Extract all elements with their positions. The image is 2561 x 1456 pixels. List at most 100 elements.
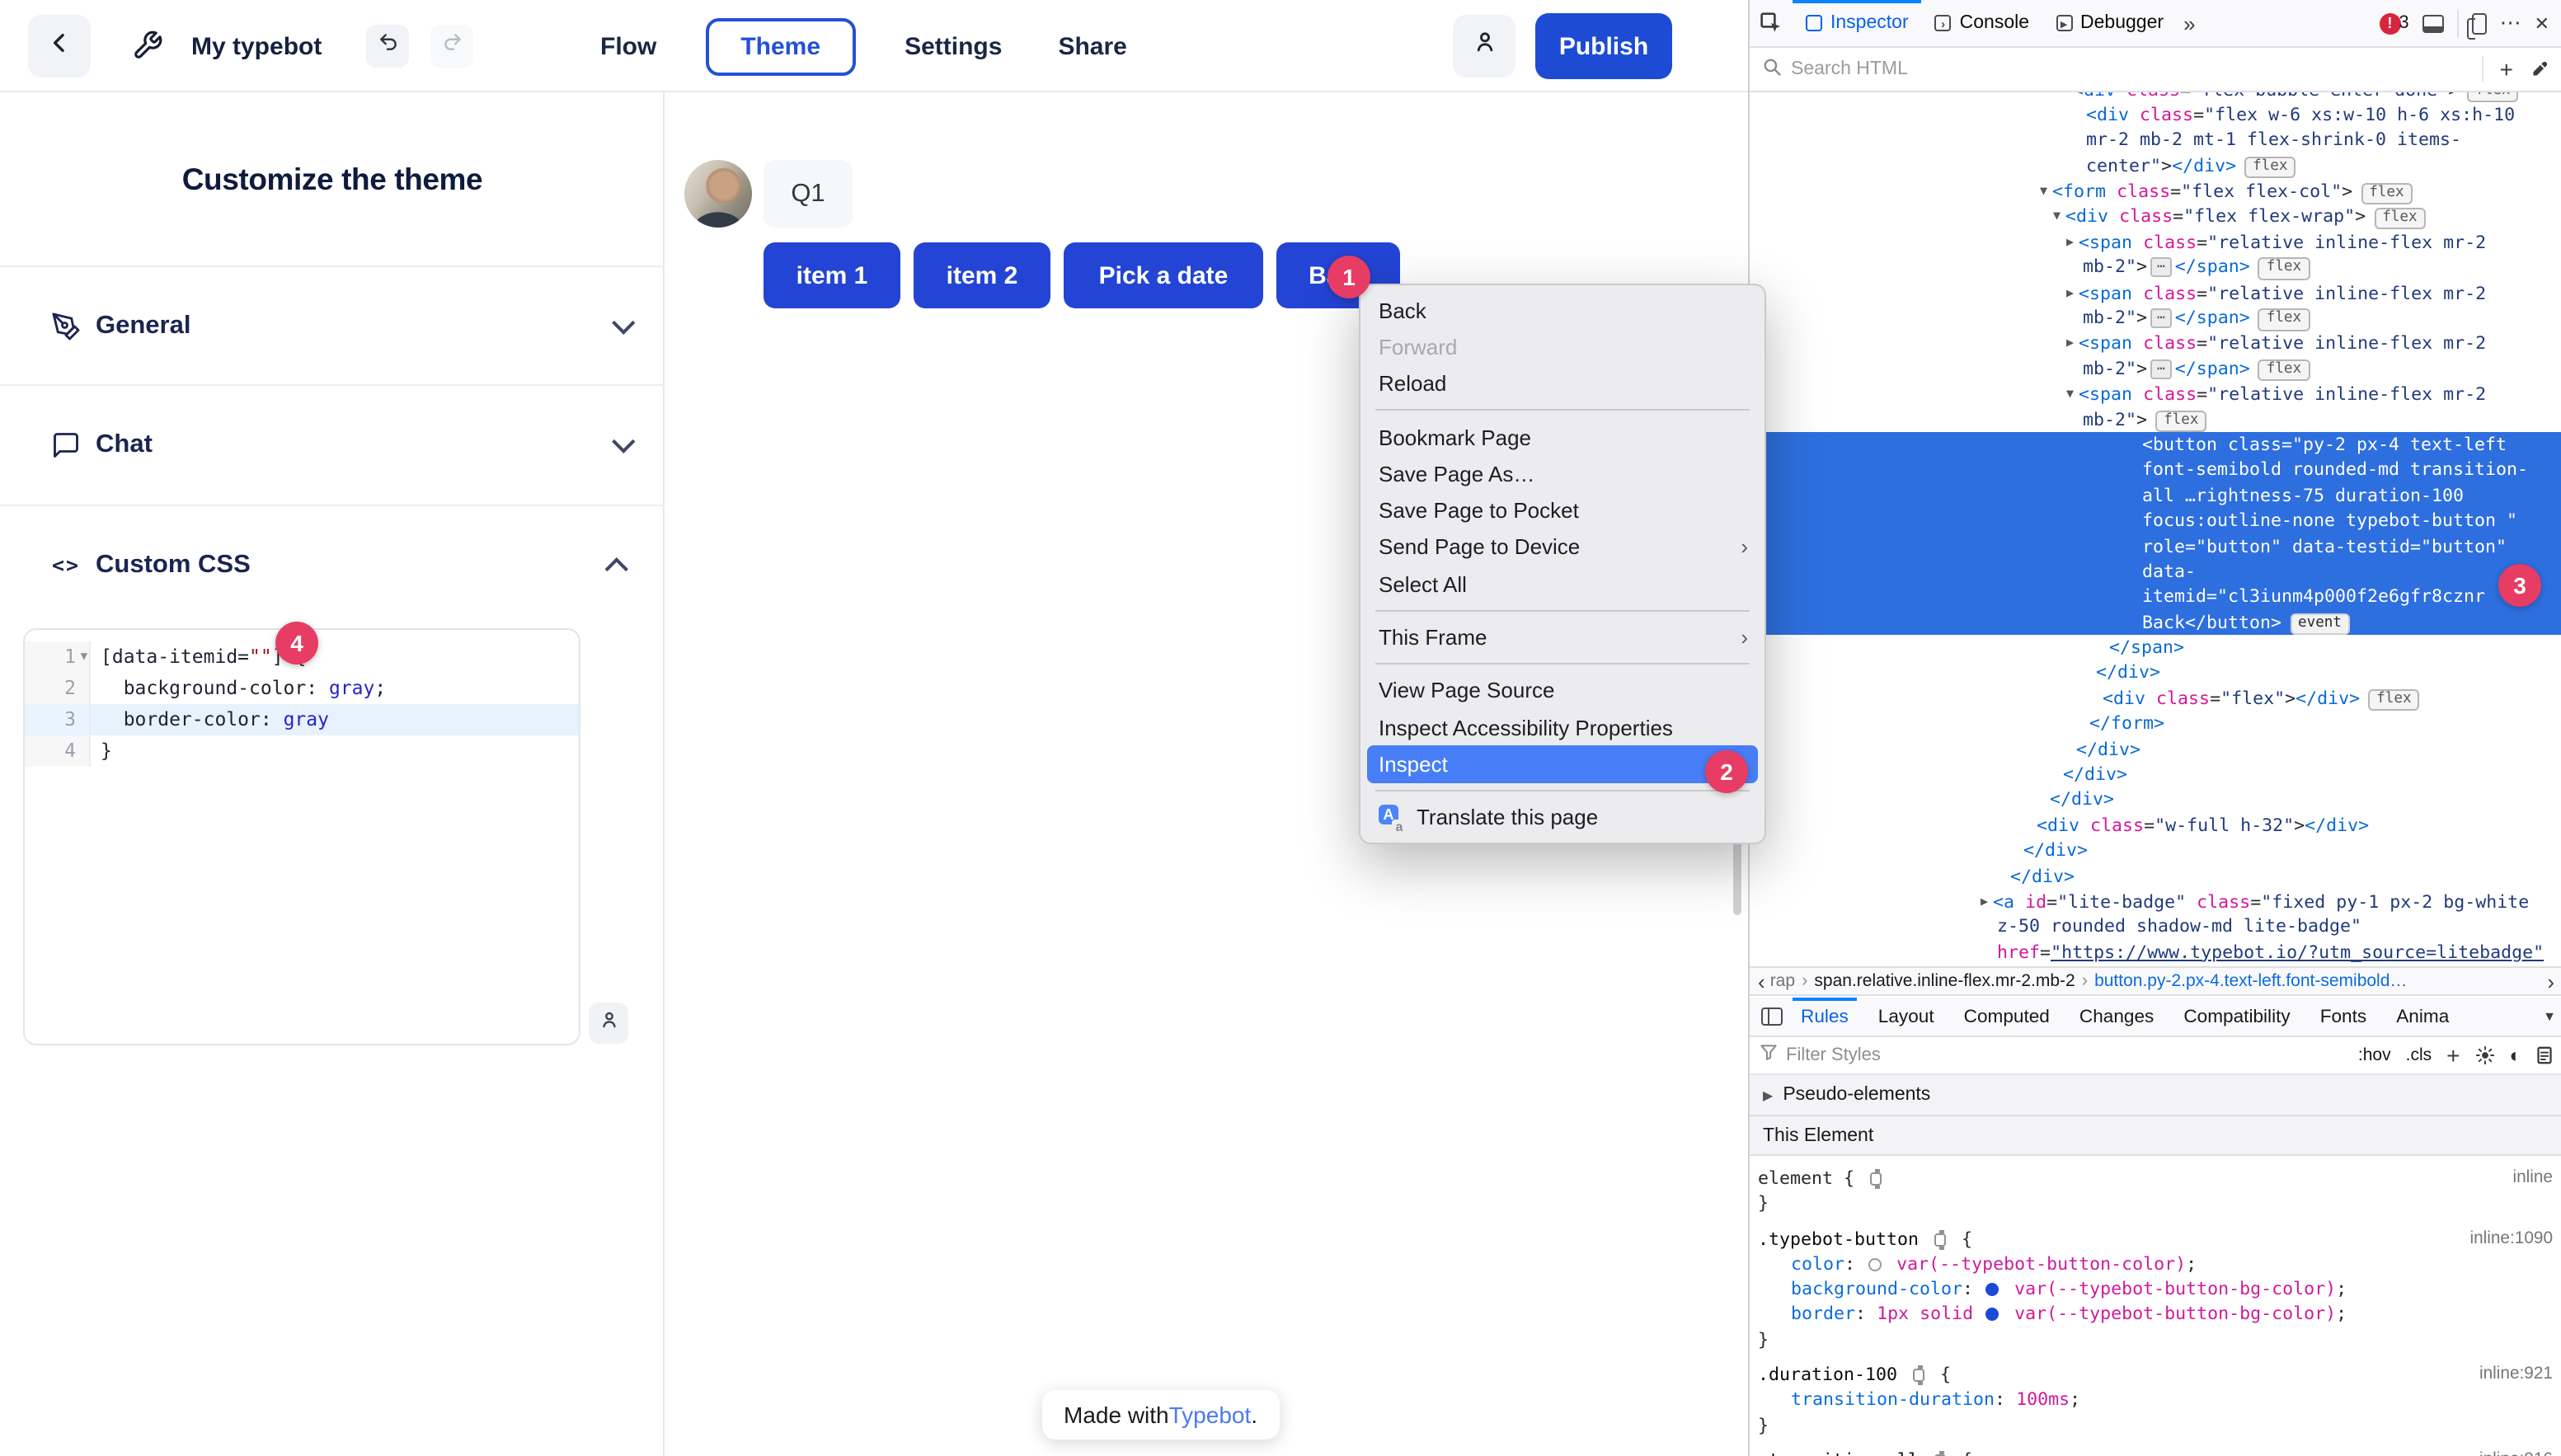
publish-button[interactable]: Publish — [1535, 13, 1672, 79]
rule-source-link[interactable]: inline:916 — [2479, 1448, 2553, 1456]
fold-arrow-icon[interactable]: ▼ — [81, 641, 87, 673]
responsive-mode-icon[interactable] — [2472, 12, 2487, 34]
html-tree-line[interactable]: <div class="flex w-6 xs:w-10 h-6 xs:h-10 — [1750, 102, 2561, 128]
html-tree-line[interactable]: </form> — [1750, 712, 2561, 737]
undo-button[interactable] — [366, 25, 409, 68]
code-line[interactable]: 4} — [25, 735, 579, 767]
light-scheme-icon[interactable] — [2475, 1045, 2495, 1065]
context-menu-item-save-page-to-pocket[interactable]: Save Page to Pocket — [1360, 492, 1765, 529]
breadcrumb-scroll-icon[interactable]: ‹ — [1758, 969, 1765, 993]
context-menu-item-bookmark-page[interactable]: Bookmark Page — [1360, 419, 1765, 456]
close-devtools-icon[interactable]: ✕ — [2535, 12, 2549, 34]
html-tree-line[interactable]: </div> — [1750, 863, 2561, 889]
css-rules-view[interactable]: element { inline} .typebot-button {inline… — [1750, 1156, 2561, 1456]
html-tree-line-selected[interactable]: itemid="cl3iunm4p000f2e6gfr8cznr — [1750, 585, 2561, 610]
devtools-tab-debugger[interactable]: ▸Debugger — [2042, 0, 2177, 47]
tab-share[interactable]: Share — [1051, 19, 1133, 73]
breadcrumb-item[interactable]: rap — [1770, 971, 1795, 991]
code-line[interactable]: 3 border-color: gray — [25, 704, 579, 735]
breadcrumb-item[interactable]: span.relative.inline-flex.mr-2.mb-2 — [1814, 971, 2075, 991]
html-tree-line[interactable]: ▶<span class="relative inline-flex mr-2 — [1750, 229, 2561, 255]
css-rule-line[interactable]: } — [1750, 1327, 2561, 1353]
html-tree[interactable]: <div class="flex bubble enter-done">flex… — [1750, 92, 2561, 966]
html-tree-line[interactable]: <div class="flex"></div>flex — [1750, 686, 2561, 712]
css-rule-line[interactable]: element { inline — [1750, 1166, 2561, 1191]
choice-button-item-1[interactable]: item 1 — [764, 242, 900, 308]
html-tree-line[interactable]: mb-2">⋯</span>flex — [1750, 254, 2561, 279]
color-swatch-blue[interactable] — [1985, 1308, 1999, 1322]
css-rule-line[interactable]: transition-duration: 100ms; — [1750, 1388, 2561, 1413]
sidebar-tab-changes[interactable]: Changes — [2065, 997, 2169, 1036]
css-rule-line[interactable]: } — [1750, 1191, 2561, 1217]
toggle-panes-icon[interactable] — [1761, 1007, 1783, 1026]
css-rule-line[interactable]: } — [1750, 1412, 2561, 1438]
print-simulation-icon[interactable] — [2536, 1045, 2553, 1065]
context-menu-item-send-page-to-device[interactable]: Send Page to Device› — [1360, 529, 1765, 566]
html-tree-line[interactable]: ▶<span class="relative inline-flex mr-2 — [1750, 279, 2561, 305]
sidebar-tab-anima[interactable]: Anima — [2381, 997, 2464, 1036]
html-tree-line-selected[interactable]: all …rightness-75 duration-100 — [1750, 483, 2561, 509]
breadcrumb-scroll-icon[interactable]: › — [2547, 969, 2554, 993]
css-rule-line[interactable]: .typebot-button {inline:1090 — [1750, 1226, 2561, 1252]
devtools-menu-icon[interactable]: ⋯ — [2500, 10, 2521, 36]
split-console-icon[interactable] — [2422, 14, 2444, 32]
html-tree-line[interactable]: ▼<div class="flex flex-wrap">flex — [1750, 204, 2561, 229]
html-tree-line-selected[interactable]: role="button" data-testid="button" — [1750, 533, 2561, 559]
html-tree-line[interactable]: </div> — [1750, 787, 2561, 813]
context-menu-item-view-page-source[interactable]: View Page Source — [1360, 672, 1765, 709]
eyedropper-icon[interactable] — [2530, 59, 2549, 79]
devtools-badge-event[interactable]: event — [2290, 613, 2350, 635]
html-tree-line[interactable]: </span> — [1750, 635, 2561, 660]
html-tree-line[interactable]: </div> — [1750, 762, 2561, 787]
html-tree-line[interactable]: mb-2">⋯</span>flex — [1750, 356, 2561, 382]
html-tree-line[interactable]: mr-2 mb-2 mt-1 flex-shrink-0 items- — [1750, 128, 2561, 153]
rule-source-link[interactable]: inline:1090 — [2469, 1226, 2553, 1252]
context-menu-item-save-page-as-[interactable]: Save Page As… — [1360, 455, 1765, 492]
tab-flow[interactable]: Flow — [594, 19, 663, 73]
devtools-tab-inspector[interactable]: Inspector — [1793, 0, 1922, 47]
pseudo-elements-section[interactable]: ▶ Pseudo-elements — [1750, 1075, 2561, 1116]
html-tree-line-selected[interactable]: Back</button>event — [1750, 609, 2561, 635]
back-button[interactable] — [28, 15, 91, 77]
expand-inline-icon[interactable]: ⋯ — [2150, 257, 2172, 277]
html-tree-line[interactable]: ▼<span class="relative inline-flex mr-2 — [1750, 381, 2561, 406]
html-tree-line[interactable]: mb-2">flex — [1750, 406, 2561, 432]
tabs-dropdown-icon[interactable]: ▼ — [2543, 1009, 2556, 1024]
sidebar-tab-fonts[interactable]: Fonts — [2305, 997, 2382, 1036]
devtools-badge-flex[interactable]: flex — [2258, 359, 2310, 382]
devtools-badge-flex[interactable]: flex — [2258, 257, 2310, 279]
sidebar-tab-compatibility[interactable]: Compatibility — [2169, 997, 2305, 1036]
breadcrumb-item[interactable]: button.py-2.px-4.text-left.font-semibold… — [2094, 971, 2407, 991]
html-tree-line[interactable]: </div> — [1750, 838, 2561, 863]
tab-settings[interactable]: Settings — [898, 19, 1008, 73]
made-with-badge[interactable]: Made with Typebot. — [1042, 1390, 1279, 1440]
node-picker-icon[interactable] — [1750, 12, 1793, 35]
html-tree-line[interactable]: z-50 rounded shadow-md lite-badge" — [1750, 914, 2561, 940]
avatar-toggle-button[interactable] — [589, 1003, 628, 1044]
expand-inline-icon[interactable]: ⋯ — [2150, 359, 2172, 379]
devtools-badge-flex[interactable]: flex — [2155, 410, 2206, 432]
css-rule-line[interactable]: .duration-100 {inline:921 — [1750, 1362, 2561, 1388]
html-tree-line-selected[interactable]: font-semibold rounded-md transition- — [1750, 458, 2561, 483]
expand-inline-icon[interactable]: ⋯ — [2150, 308, 2172, 328]
css-rule-line[interactable]: border: 1px solid var(--typebot-button-b… — [1750, 1302, 2561, 1327]
context-menu-item-select-all[interactable]: Select All — [1360, 566, 1765, 603]
sidebar-section-custom-css[interactable]: <>Custom CSS — [0, 505, 665, 623]
pseudo-class-toggle[interactable]: :hov — [2358, 1045, 2391, 1065]
add-rule-icon[interactable]: + — [2446, 1042, 2460, 1069]
choice-button-item-2[interactable]: item 2 — [914, 242, 1050, 308]
css-rule-line[interactable]: color: var(--typebot-button-color); — [1750, 1252, 2561, 1277]
rule-source-link[interactable]: inline:921 — [2479, 1362, 2553, 1388]
devtools-badge-flex[interactable]: flex — [2467, 92, 2518, 102]
html-tree-line[interactable]: mb-2">⋯</span>flex — [1750, 305, 2561, 331]
custom-css-editor[interactable]: 1▼[data-itemid=""] {2 background-color: … — [23, 628, 580, 1045]
devtools-badge-flex[interactable]: flex — [2374, 208, 2425, 230]
more-tabs-icon[interactable]: » — [2177, 11, 2202, 35]
context-menu-item-inspect-accessibility-properties[interactable]: Inspect Accessibility Properties — [1360, 709, 1765, 746]
breadcrumb-item[interactable]: › — [1802, 971, 1807, 991]
html-tree-line[interactable]: </div> — [1750, 736, 2561, 762]
html-tree-line[interactable]: href="https://www.typebot.io/?utm_source… — [1750, 940, 2561, 965]
context-menu-item-reload[interactable]: Reload — [1360, 365, 1765, 402]
html-tree-line[interactable]: ▶<span class="relative inline-flex mr-2 — [1750, 331, 2561, 356]
search-html-input[interactable]: Search HTML + — [1750, 48, 2561, 92]
